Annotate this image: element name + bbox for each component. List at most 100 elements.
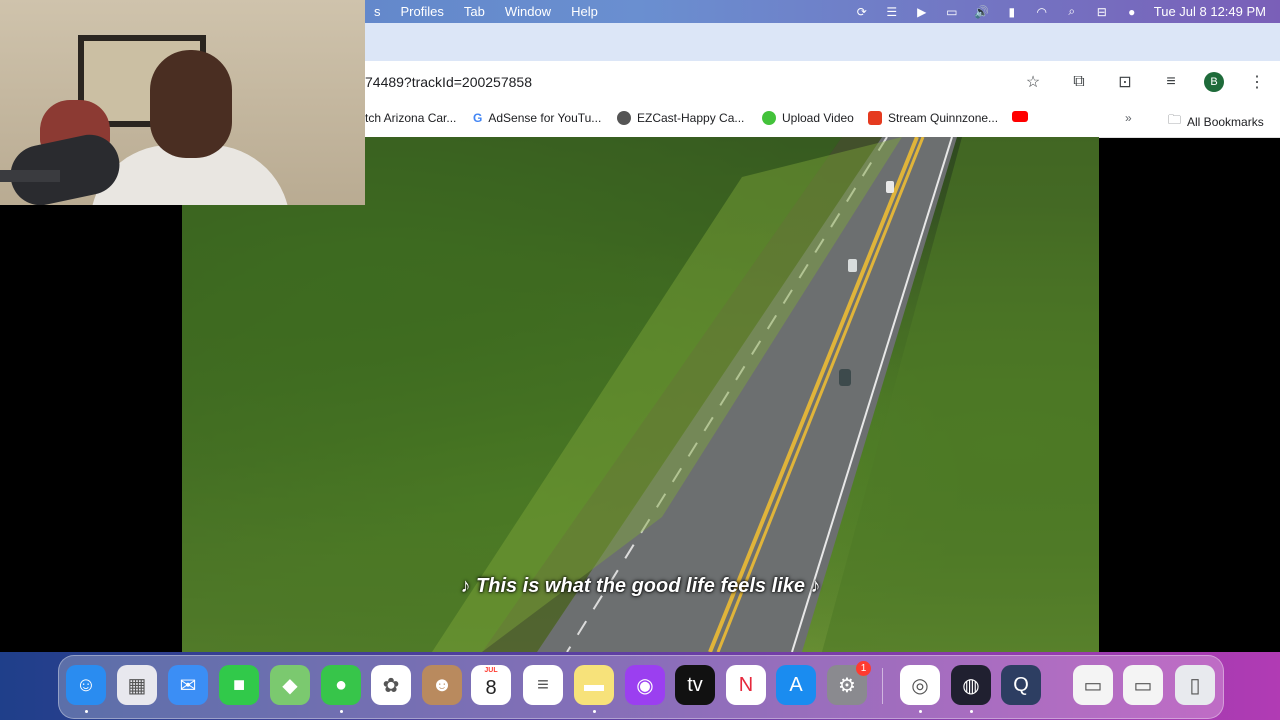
chrome-icon[interactable]: ◎ [900,665,940,705]
dock-separator [882,668,883,704]
clock[interactable]: Tue Jul 8 12:49 PM [1154,4,1266,19]
wifi-icon[interactable]: ◠ [1034,5,1050,19]
running-indicator [919,710,922,713]
mail-glyph: ✉ [179,674,197,697]
bookmark-item[interactable]: G AdSense for YouTu... [473,111,601,125]
siri-icon[interactable]: ● [1124,5,1140,19]
trash-glyph: ▯ [1189,674,1201,697]
photos-glyph: ✿ [382,674,400,697]
bookmark-label: EZCast-Happy Ca... [637,111,745,125]
system-settings-icon[interactable]: ⚙ 1 [827,661,871,705]
stream-icon [868,111,882,125]
menu-item-tab[interactable]: Tab [454,4,495,19]
menu-item-profiles[interactable]: Profiles [391,4,454,19]
running-indicator [85,710,88,713]
menu-item-window[interactable]: Window [495,4,561,19]
notes-icon[interactable]: ▬ [574,665,614,705]
messages-glyph: ● [334,673,348,696]
chevron-double-right-icon: » [1125,111,1132,125]
appstore-glyph: A [789,673,803,696]
calendar-icon[interactable]: JUL 8 [471,665,511,705]
news-icon[interactable]: N [726,665,766,705]
launchpad-icon[interactable]: ▦ [117,665,157,705]
video-subtitle: ♪ This is what the good life feels like … [460,575,821,597]
tab-strip [365,23,1280,61]
all-bookmarks-label: All Bookmarks [1187,115,1264,129]
bookmark-label: Stream Quinnzone... [888,111,999,125]
youtube-icon [1012,111,1028,122]
mail-icon[interactable]: ✉ [168,665,208,705]
bookmark-item[interactable]: Upload Video [762,111,854,125]
notification-badge: 1 [856,661,871,676]
sync-icon[interactable]: ⟳ [854,5,870,19]
quicktime-icon[interactable]: Q [1001,665,1041,705]
bookmark-label: AdSense for YouTu... [488,111,602,125]
finder-icon[interactable]: ☺ [66,665,106,705]
maps-glyph: ◆ [282,674,298,697]
toolbar-actions: ☆ ⧉ ⊡ ≡ B ⋮ [1020,69,1270,95]
running-indicator [593,710,596,713]
chrome-glyph: ◎ [911,674,929,697]
recent-window-1-glyph: ▭ [1083,674,1103,697]
play-icon[interactable]: ▶ [914,5,930,19]
bookmark-item[interactable]: Stream Quinnzone... [868,111,998,125]
calendar-month: JUL [484,667,498,674]
extensions-icon[interactable]: ⧉ [1066,69,1092,95]
messages-icon[interactable]: ● [321,665,361,705]
battery-icon[interactable]: ▮ [1004,5,1020,19]
address-bar[interactable]: 74489?trackId=200257858 [365,74,532,90]
status-area: ⟳ ☰ ▶ ▭ 🔊 ▮ ◠ ⌕ ⊟ ● Tue Jul 8 12:49 PM [854,4,1266,19]
obs-icon[interactable]: ◍ [951,665,991,705]
obs-glyph: ◍ [962,674,980,697]
volume-icon[interactable]: 🔊 [974,5,990,19]
contacts-glyph: ☻ [431,673,453,696]
control-center-icon[interactable]: ⊟ [1094,5,1110,19]
menu-kebab-icon[interactable]: ⋮ [1244,69,1270,95]
recent-window-2-icon[interactable]: ▭ [1123,665,1163,705]
app-menu: s Profiles Tab Window Help [364,4,608,19]
trash-icon[interactable]: ▯ [1175,665,1215,705]
upload-icon [762,111,776,125]
quicktime-glyph: Q [1013,673,1029,696]
bookmark-item[interactable]: tch Arizona Car... [365,111,456,125]
recent-window-2-glyph: ▭ [1133,674,1153,697]
running-indicator [970,710,973,713]
ezcast-icon [617,111,631,125]
browser-toolbar: 74489?trackId=200257858 ☆ ⧉ ⊡ ≡ B ⋮ [365,61,1280,103]
menu-item-help[interactable]: Help [561,4,608,19]
menu-item-partial[interactable]: s [364,4,391,19]
podcasts-icon[interactable]: ◉ [625,665,665,705]
recent-window-1-icon[interactable]: ▭ [1073,665,1113,705]
person-head [150,50,232,158]
bookmark-label: tch Arizona Car... [365,111,457,125]
stack-icon[interactable]: ☰ [884,5,900,19]
media-control-icon[interactable]: ≡ [1158,69,1184,95]
bookmark-item[interactable] [1012,111,1028,122]
reminders-icon[interactable]: ≡ [523,665,563,705]
google-icon: G [473,111,483,125]
running-indicator [340,710,343,713]
bookmark-star-icon[interactable]: ☆ [1020,69,1046,95]
dock: ☺ ▦ ✉ ■ ◆ ● ✿ ☻ JUL 8 ≡ ▬ ◉ tv N A ⚙ 1 ◎ ◍ Q ▭ ▭ ▯ [58,655,1224,719]
reminders-glyph: ≡ [537,673,549,696]
cast-search-icon[interactable]: ⊡ [1112,69,1138,95]
search-icon[interactable]: ⌕ [1064,4,1080,18]
profile-avatar[interactable]: B [1204,72,1224,92]
appletv-glyph: tv [687,673,703,696]
finder-glyph: ☺ [75,673,97,696]
calendar-day: 8 [485,677,497,699]
video-player[interactable]: ♪ This is what the good life feels like … [182,137,1099,652]
bookmark-item[interactable]: EZCast-Happy Ca... [617,111,744,125]
mic-stand [0,170,60,182]
all-bookmarks-button[interactable]: 🗀 All Bookmarks [1168,111,1264,133]
photos-icon[interactable]: ✿ [371,665,411,705]
bookmarks-overflow[interactable]: » [1125,111,1132,125]
bookmarks-bar: tch Arizona Car... G AdSense for YouTu..… [365,103,1280,138]
maps-icon[interactable]: ◆ [270,665,310,705]
news-glyph: N [738,673,754,696]
appletv-icon[interactable]: tv [675,665,715,705]
appstore-icon[interactable]: A [776,665,816,705]
contacts-icon[interactable]: ☻ [422,665,462,705]
facetime-icon[interactable]: ■ [219,665,259,705]
screen-icon[interactable]: ▭ [944,5,960,19]
